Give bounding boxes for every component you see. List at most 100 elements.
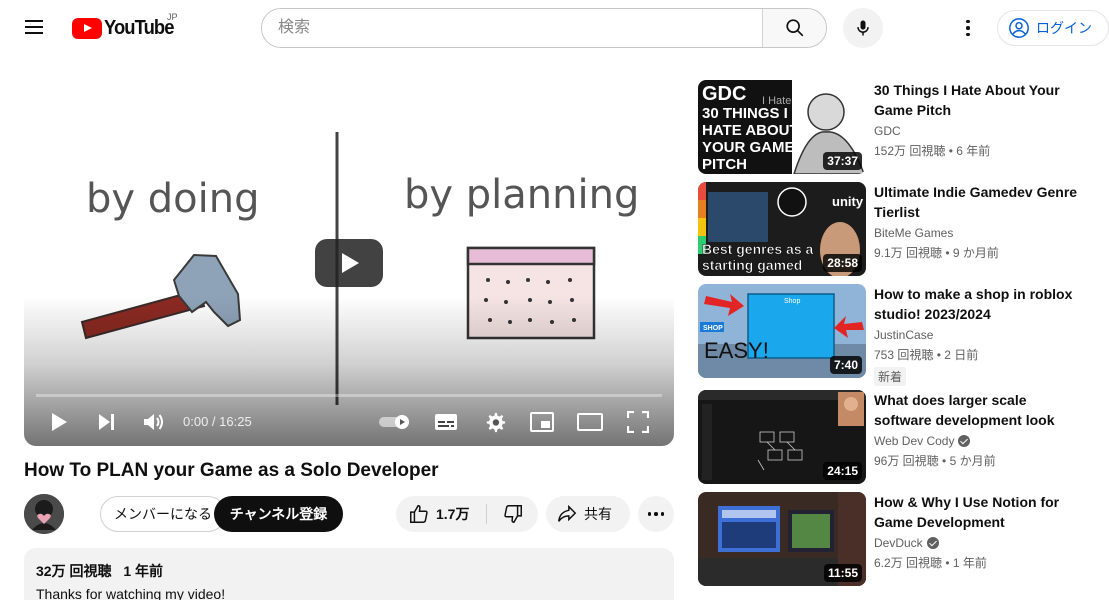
upload-age: 1 年前 — [123, 563, 164, 579]
like-button[interactable]: 1.7万 — [396, 496, 486, 532]
thumbnail[interactable]: unity Best genres as a starting gamed 28… — [698, 182, 866, 276]
recommendation-info: How & Why I Use Notion for Game Developm… — [874, 492, 1084, 571]
search-input[interactable] — [262, 9, 762, 47]
recommendation-title[interactable]: How to make a shop in roblox studio! 202… — [874, 284, 1084, 324]
play-icon[interactable] — [48, 410, 70, 434]
recommendation-info: What does larger scale software developm… — [874, 390, 1084, 469]
recommendation-item[interactable]: unity Best genres as a starting gamed 28… — [698, 182, 1098, 276]
subscribe-button[interactable]: チャンネル登録 — [214, 496, 343, 532]
svg-text:HATE ABOUT: HATE ABOUT — [702, 122, 799, 139]
player-controls: 0:00 / 16:25 — [24, 402, 674, 442]
duration-badge: 24:15 — [823, 462, 862, 480]
svg-text:I Hate: I Hate — [762, 95, 791, 107]
svg-text:starting gamed: starting gamed — [702, 257, 802, 273]
time-display: 0:00 / 16:25 — [183, 414, 252, 429]
thumbs-up-icon — [410, 505, 428, 523]
recommendation-stats: 152万 回視聴6 年前 — [874, 142, 1084, 159]
video-title: How To PLAN your Game as a Solo Develope… — [24, 460, 439, 481]
recommendation-channel[interactable]: JustinCase — [874, 328, 1084, 342]
search-icon — [785, 19, 803, 37]
masthead: YouTube JP ログイン — [0, 0, 1109, 56]
duration-badge: 11:55 — [823, 564, 862, 582]
recommendation-info: How to make a shop in roblox studio! 202… — [874, 284, 1084, 386]
description-meta: 32万 回視聴 1 年前 — [36, 561, 662, 581]
recommendation-channel[interactable]: DevDuck — [874, 536, 1084, 550]
logo-text: YouTube — [104, 16, 174, 39]
thumbnail[interactable]: GDC 30 THINGS I HATE ABOUT YOUR GAME PIT… — [698, 80, 866, 174]
menu-icon[interactable] — [24, 17, 48, 39]
recommendation-stats: 9.1万 回視聴9 か月前 — [874, 244, 1084, 261]
verified-icon — [926, 537, 939, 549]
recommendation-title[interactable]: How & Why I Use Notion for Game Developm… — [874, 492, 1084, 532]
join-membership-button[interactable]: メンバーになる — [100, 496, 226, 532]
avatar[interactable] — [24, 494, 64, 534]
thumbnail[interactable]: 11:55 — [698, 492, 866, 586]
fullscreen-icon[interactable] — [626, 410, 650, 434]
recommendation-channel[interactable]: GDC — [874, 124, 1084, 138]
recommendation-item[interactable]: 24:15 What does larger scale software de… — [698, 390, 1098, 484]
like-count: 1.7万 — [436, 506, 470, 522]
scene-text-left: by doing — [86, 176, 260, 222]
recommendation-info: Ultimate Indie Gamedev Genre Tierlist Bi… — [874, 182, 1084, 261]
subtitles-icon[interactable] — [432, 410, 460, 434]
recommendation-item[interactable]: 11:55 How & Why I Use Notion for Game De… — [698, 492, 1098, 586]
login-button[interactable]: ログイン — [997, 10, 1109, 46]
miniplayer-icon[interactable] — [528, 410, 556, 434]
autoplay-toggle-icon[interactable] — [378, 410, 412, 434]
recommendation-stats: 753 回視聴2 日前 — [874, 346, 1084, 363]
voice-search-button[interactable] — [843, 8, 883, 48]
avatar-image — [24, 494, 64, 534]
video-player[interactable]: by doing by planning 0:00 / 16:25 — [24, 80, 674, 446]
svg-text:Best genres as a: Best genres as a — [702, 241, 813, 257]
login-label: ログイン — [1036, 20, 1092, 36]
thumbnail[interactable]: 24:15 — [698, 390, 866, 484]
share-label: 共有 — [584, 506, 612, 522]
mic-icon — [857, 20, 869, 36]
next-icon[interactable] — [96, 410, 118, 434]
recommendation-title[interactable]: Ultimate Indie Gamedev Genre Tierlist — [874, 182, 1084, 222]
share-button[interactable]: 共有 — [546, 496, 630, 532]
recommendation-channel[interactable]: Web Dev Cody — [874, 434, 1084, 448]
svg-text:unity: unity — [832, 194, 864, 209]
description-box[interactable]: 32万 回視聴 1 年前 Thanks for watching my vide… — [24, 548, 674, 600]
account-icon — [1009, 18, 1029, 38]
new-badge: 新着 — [874, 367, 907, 386]
recommendation-item[interactable]: GDC 30 THINGS I HATE ABOUT YOUR GAME PIT… — [698, 80, 1098, 174]
svg-text:Shop: Shop — [784, 298, 800, 305]
description-text: Thanks for watching my video! — [36, 586, 226, 600]
recommendation-item[interactable]: Shop SHOP EASY! 7:40 How to make a shop … — [698, 284, 1098, 386]
verified-icon — [958, 435, 971, 447]
settings-icon[interactable] — [482, 410, 508, 434]
search-button[interactable] — [762, 9, 826, 47]
like-dislike-group: 1.7万 — [396, 496, 538, 532]
more-vert-icon[interactable] — [956, 16, 980, 40]
duration-badge: 37:37 — [823, 152, 862, 170]
svg-text:EASY!: EASY! — [704, 338, 769, 363]
recommendation-title[interactable]: 30 Things I Hate About Your Game Pitch — [874, 80, 1084, 120]
thumbnail[interactable]: Shop SHOP EASY! 7:40 — [698, 284, 866, 378]
view-count: 32万 回視聴 — [36, 563, 112, 579]
thumbs-down-icon — [503, 505, 522, 523]
svg-text:SHOP: SHOP — [703, 325, 723, 332]
youtube-logo[interactable]: YouTube — [72, 16, 180, 40]
recommendation-title[interactable]: What does larger scale software developm… — [874, 390, 1084, 430]
share-icon — [558, 504, 577, 522]
youtube-logo-icon — [72, 17, 102, 39]
dislike-button[interactable] — [487, 496, 538, 532]
duration-badge: 7:40 — [829, 356, 862, 374]
large-play-button[interactable] — [315, 239, 383, 287]
recommendation-info: 30 Things I Hate About Your Game Pitch G… — [874, 80, 1084, 159]
svg-text:PITCH: PITCH — [702, 156, 747, 173]
more-horiz-icon[interactable] — [638, 496, 674, 532]
scene-text-right: by planning — [404, 172, 639, 218]
recommendation-stats: 96万 回視聴5 か月前 — [874, 452, 1084, 469]
progress-bar[interactable] — [36, 394, 662, 397]
duration-badge: 28:58 — [823, 254, 862, 272]
theater-icon[interactable] — [576, 410, 604, 434]
search-box — [261, 8, 827, 48]
recommendation-channel[interactable]: BiteMe Games — [874, 226, 1084, 240]
svg-text:YOUR GAME: YOUR GAME — [702, 139, 795, 156]
volume-icon[interactable] — [142, 410, 166, 434]
svg-text:GDC: GDC — [702, 83, 746, 105]
recommendation-stats: 6.2万 回視聴1 年前 — [874, 554, 1084, 571]
